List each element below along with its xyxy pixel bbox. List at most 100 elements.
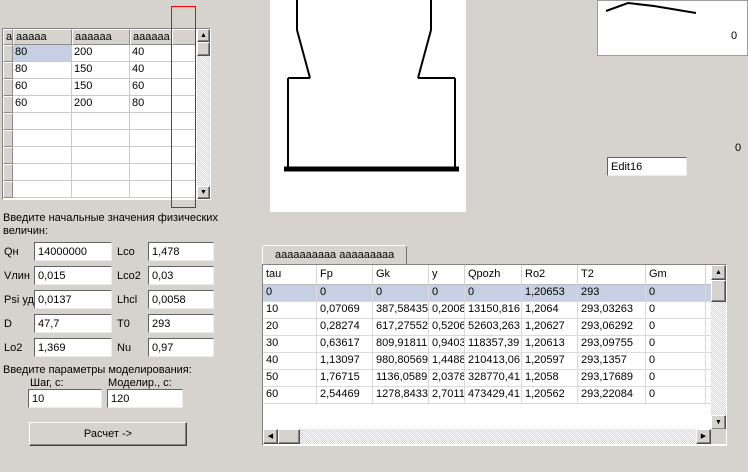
table-row[interactable]: 200,28274617,275520,5206452603,2631,2062… [263,319,711,336]
scroll-down-button[interactable]: ▼ [197,186,210,199]
field-input-psiud[interactable] [34,290,112,309]
table-cell[interactable]: 0,2008 [429,302,465,319]
table-cell[interactable]: 200 [72,45,130,62]
table-cell[interactable]: 13150,816 [465,302,522,319]
table-cell[interactable]: 200 [72,96,130,113]
field-input-d[interactable] [34,314,112,333]
field-input-lco[interactable] [148,242,214,261]
table-cell[interactable]: 150 [72,79,130,96]
table-cell[interactable]: 20 [263,319,317,336]
table-cell[interactable]: 1136,0589 [373,370,429,387]
table-cell[interactable] [13,164,72,181]
table-cell[interactable] [130,147,172,164]
row-header-cell[interactable] [3,130,13,147]
table-row[interactable]: 8015040 [3,62,197,79]
table-row[interactable] [3,130,197,147]
table-cell[interactable]: 80 [13,45,72,62]
row-header-cell[interactable] [3,45,13,62]
table-row[interactable]: 100,07069387,584350,200813150,8161,20642… [263,302,711,319]
scroll-down-button[interactable]: ▼ [711,415,726,430]
table-cell[interactable]: 0 [646,370,706,387]
row-header-cell[interactable] [3,96,13,113]
table-cell[interactable] [13,181,72,198]
table-cell[interactable] [72,147,130,164]
table-cell[interactable]: 0,63617 [317,336,373,353]
table-cell[interactable]: 80 [130,96,172,113]
scroll-up-button[interactable]: ▲ [711,265,726,280]
table-cell[interactable]: 10 [263,302,317,319]
table-cell[interactable]: 293,22084 [578,387,646,404]
table-cell[interactable]: 118357,39 [465,336,522,353]
table-cell[interactable] [130,130,172,147]
table-row[interactable] [3,147,197,164]
field-input-vlin[interactable] [34,266,112,285]
table-cell[interactable]: 0,52064 [429,319,465,336]
table-row[interactable] [3,181,197,198]
field-input-lco2[interactable] [148,266,214,285]
scroll-thumb[interactable] [278,429,300,444]
row-header-cell[interactable] [3,62,13,79]
table-cell[interactable]: 0 [646,319,706,336]
table-cell[interactable]: 293,06292 [578,319,646,336]
table-cell[interactable]: 1,13097 [317,353,373,370]
table-row[interactable]: 6020080 [3,96,197,113]
table-cell[interactable]: 210413,06 [465,353,522,370]
scroll-thumb[interactable] [711,280,726,302]
table-cell[interactable] [130,164,172,181]
table-cell[interactable]: 50 [263,370,317,387]
table-cell[interactable]: 60 [13,79,72,96]
step-input[interactable] [28,389,102,408]
table-cell[interactable]: 40 [130,62,172,79]
results-table-panel[interactable]: tauFpGkyQpozhRo2T2Gm 000001,206532930100… [262,264,727,446]
table-cell[interactable]: 60 [13,96,72,113]
table-cell[interactable]: 328770,41 [465,370,522,387]
table-cell[interactable]: 1,20597 [522,353,578,370]
table-cell[interactable]: 0 [429,285,465,302]
table-cell[interactable]: 617,27552 [373,319,429,336]
table-cell[interactable]: 0 [317,285,373,302]
scroll-track[interactable] [711,302,726,415]
table-cell[interactable]: 30 [263,336,317,353]
table-cell[interactable] [13,113,72,130]
table-cell[interactable] [130,113,172,130]
scroll-track[interactable] [300,429,696,444]
table-cell[interactable]: 52603,263 [465,319,522,336]
table-cell[interactable] [130,181,172,198]
field-input-t0[interactable] [148,314,214,333]
table-cell[interactable]: 0 [646,302,706,319]
scroll-thumb[interactable] [197,42,210,56]
h-scrollbar[interactable]: ◀ ▶ [263,429,711,444]
table-cell[interactable]: 0 [646,336,706,353]
scroll-track[interactable] [197,56,210,186]
table-cell[interactable]: 2,70114 [429,387,465,404]
table-row[interactable]: 6015060 [3,79,197,96]
table-cell[interactable]: 1,20562 [522,387,578,404]
table-row[interactable] [3,113,197,130]
table-cell[interactable]: 293,17689 [578,370,646,387]
table-cell[interactable]: 2,03787 [429,370,465,387]
table-row[interactable]: 300,63617809,918110,94039118357,391,2061… [263,336,711,353]
table-row[interactable]: 000001,206532930 [263,285,711,302]
table-cell[interactable]: 293,03263 [578,302,646,319]
table-cell[interactable]: 1278,8433 [373,387,429,404]
row-header-cell[interactable] [3,164,13,181]
row-header-cell[interactable] [3,181,13,198]
table-cell[interactable]: 60 [263,387,317,404]
table-cell[interactable]: 1,44882 [429,353,465,370]
table-cell[interactable]: 0 [263,285,317,302]
table-cell[interactable]: 1,20613 [522,336,578,353]
row-header-cell[interactable] [3,79,13,96]
duration-input[interactable] [107,389,183,408]
row-header-cell[interactable] [3,147,13,164]
table-row[interactable]: 401,13097980,805691,44882210413,061,2059… [263,353,711,370]
calc-button[interactable]: Расчет -> [29,422,187,446]
table-cell[interactable]: 0,28274 [317,319,373,336]
table-cell[interactable]: 293,09755 [578,336,646,353]
table-cell[interactable]: 293,1357 [578,353,646,370]
table-cell[interactable] [72,113,130,130]
table-cell[interactable]: 1,20653 [522,285,578,302]
v-scrollbar[interactable]: ▲ ▼ [711,265,726,430]
table-cell[interactable]: 1,2058 [522,370,578,387]
table-cell[interactable] [72,164,130,181]
table-cell[interactable] [13,147,72,164]
